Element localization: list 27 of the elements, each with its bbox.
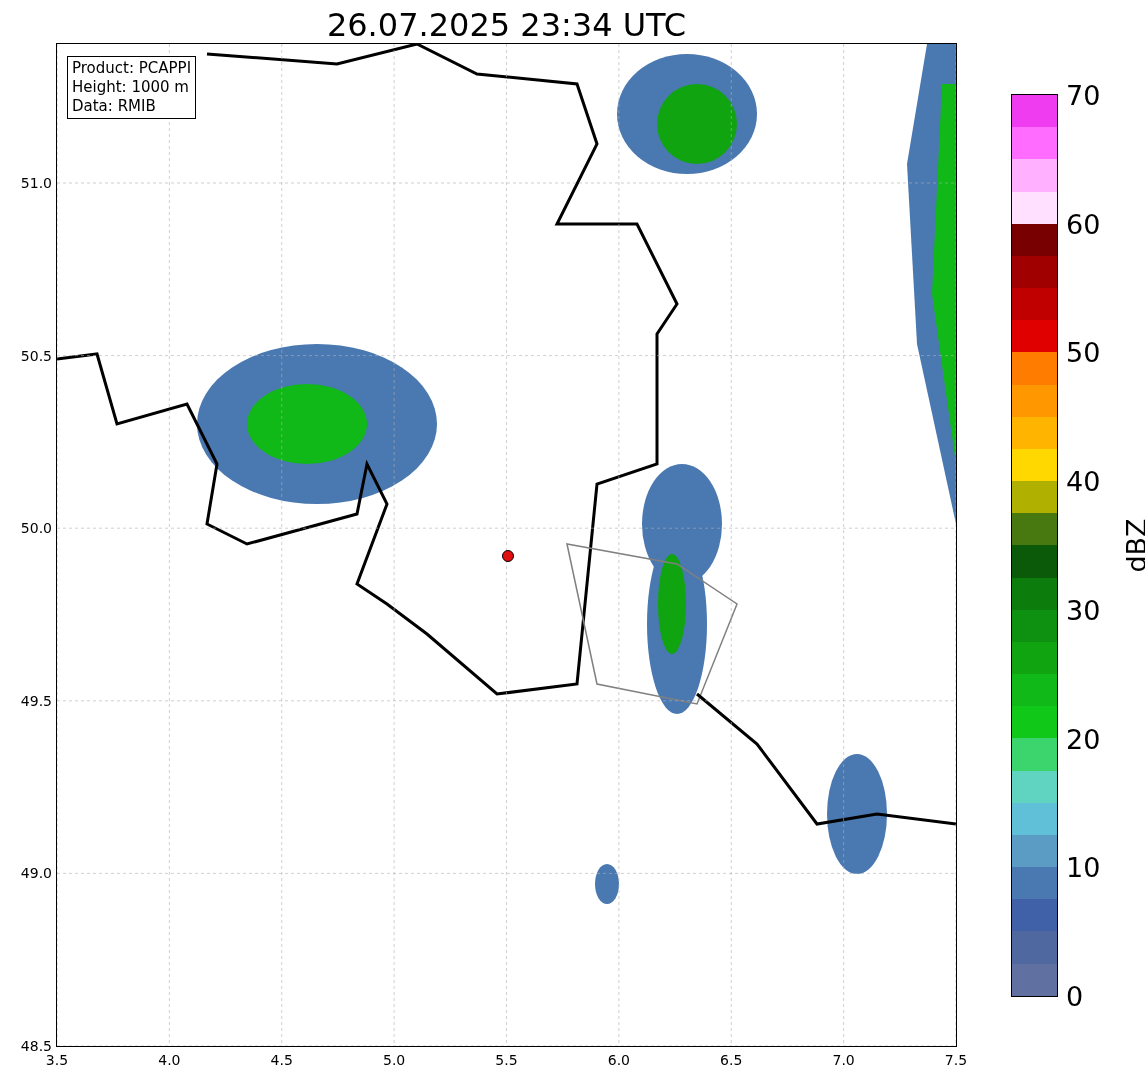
x-tick-label: 7.0: [832, 1052, 855, 1068]
y-tick-label: 49.0: [20, 865, 52, 882]
colorbar-tick-label: 30: [1066, 594, 1101, 626]
x-tick-label: 4.5: [270, 1052, 293, 1068]
colorbar-tick-label: 40: [1066, 465, 1101, 497]
chart-title: 26.07.2025 23:34 UTC: [325, 5, 688, 44]
x-tick-label: 4.0: [158, 1052, 181, 1068]
colorbar-tick-label: 70: [1066, 79, 1101, 111]
info-text: Data: RMIB: [72, 97, 157, 116]
x-tick-label: 7.5: [944, 1052, 968, 1068]
y-tick-label: 51.0: [20, 175, 52, 191]
info-text: Product: PCAPPI: [72, 59, 192, 78]
colorbar-tick-label: 50: [1066, 336, 1101, 368]
y-tick-label: 48.5: [20, 1038, 52, 1054]
x-tick-label: 6.5: [720, 1052, 743, 1068]
x-tick-label: 3.5: [45, 1052, 69, 1068]
info-text: Height: 1000 m: [72, 78, 190, 97]
y-tick-label: 50.5: [20, 347, 52, 364]
colorbar-tick-label: 0: [1066, 980, 1084, 1012]
colorbar-tick-label: 60: [1066, 208, 1101, 240]
y-tick-label: 50.0: [20, 520, 52, 537]
y-tick-label: 49.5: [20, 692, 52, 709]
x-tick-label: 5.0: [383, 1052, 406, 1068]
colorbar-tick-label: 10: [1066, 851, 1101, 883]
x-tick-label: 5.5: [495, 1052, 518, 1068]
colorbar-tick-label: 20: [1066, 723, 1101, 755]
x-tick-label: 6.0: [607, 1052, 630, 1068]
